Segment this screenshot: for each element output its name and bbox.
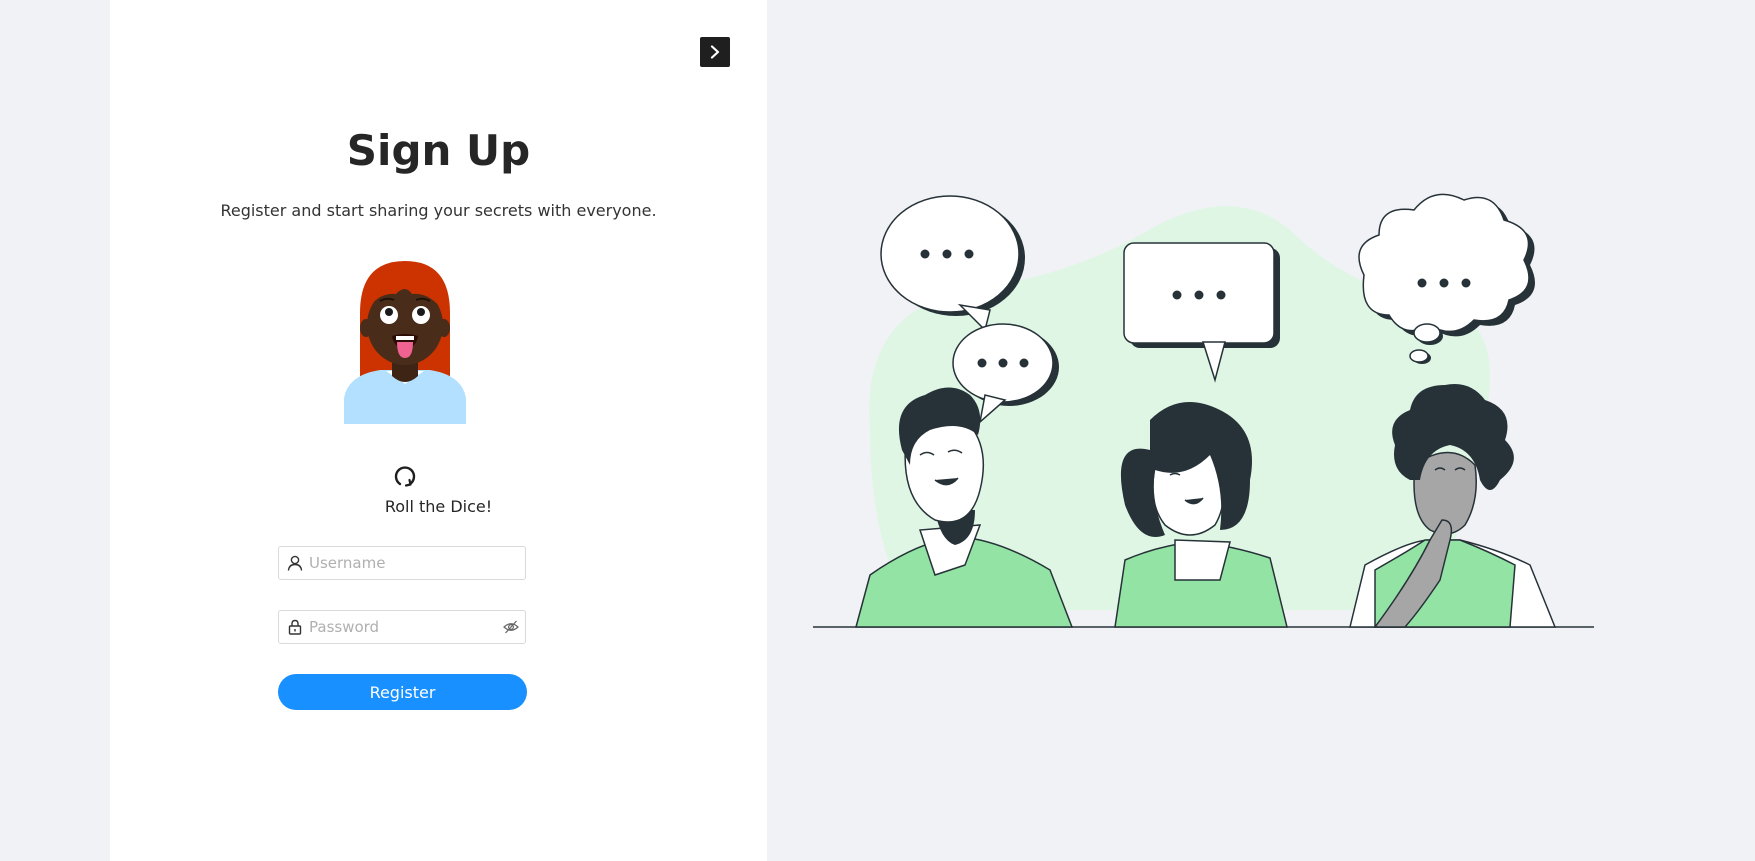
dice-label: Roll the Dice! <box>384 497 493 516</box>
chevron-right-icon <box>710 45 720 59</box>
signup-panel: Sign Up Register and start sharing your … <box>110 0 767 861</box>
page-subtitle: Register and start sharing your secrets … <box>220 201 657 220</box>
user-icon <box>287 555 303 571</box>
register-button[interactable]: Register <box>278 674 527 710</box>
avatar <box>344 261 466 424</box>
username-field[interactable] <box>278 546 526 580</box>
lock-icon <box>287 619 303 635</box>
page-title: Sign Up <box>346 126 531 175</box>
roll-dice-button[interactable] <box>390 461 420 491</box>
eye-invisible-icon[interactable] <box>503 619 519 635</box>
password-field[interactable] <box>278 610 526 644</box>
username-input[interactable] <box>309 554 517 572</box>
panel-toggle-button[interactable] <box>700 37 730 67</box>
reload-icon <box>394 466 416 487</box>
conversation-illustration <box>813 193 1594 628</box>
password-input[interactable] <box>309 618 503 636</box>
